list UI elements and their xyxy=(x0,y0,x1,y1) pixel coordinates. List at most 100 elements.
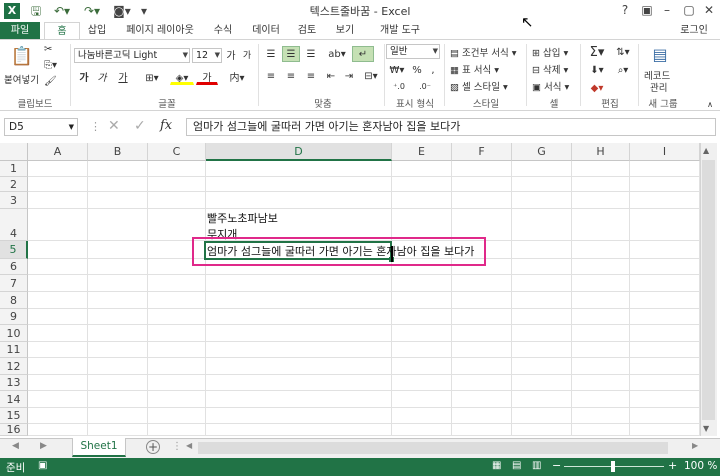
row-header-10[interactable]: 10 xyxy=(0,325,28,342)
close-button[interactable]: ✕ xyxy=(698,2,720,18)
sort-filter-icon[interactable]: ⇅▾ xyxy=(612,44,634,60)
worksheet-grid[interactable] xyxy=(0,143,700,436)
column-header-d[interactable]: D xyxy=(206,143,392,161)
macro-record-icon[interactable]: ▣ xyxy=(38,460,47,471)
scroll-right-icon[interactable]: ▶ xyxy=(692,441,698,450)
row-header-9[interactable]: 9 xyxy=(0,309,28,325)
cancel-icon[interactable]: ✕ xyxy=(108,118,120,134)
tab-page-layout[interactable]: 페이지 레이아웃 xyxy=(118,22,202,40)
select-all-button[interactable] xyxy=(0,143,28,161)
enter-icon[interactable]: ✓ xyxy=(134,118,146,134)
column-header-e[interactable]: E xyxy=(392,143,452,161)
phonetic-icon[interactable]: 内▾ xyxy=(228,70,246,85)
ribbon-display-options-icon[interactable]: ▣ xyxy=(636,2,658,18)
horizontal-scroll-thumb[interactable] xyxy=(198,442,668,454)
increase-indent-icon[interactable]: ⇥ xyxy=(340,68,358,84)
normal-view-icon[interactable]: ▦ xyxy=(492,460,501,471)
page-layout-view-icon[interactable]: ▤ xyxy=(512,460,521,471)
next-sheet-icon[interactable]: ▶ xyxy=(40,441,47,451)
row-header-2[interactable]: 2 xyxy=(0,177,28,192)
format-as-table-button[interactable]: ▦ 표 서식 ▾ xyxy=(450,62,499,76)
sign-in-link[interactable]: 로그인 xyxy=(672,22,716,40)
tab-formulas[interactable]: 수식 xyxy=(208,22,238,40)
align-middle-icon[interactable]: ☰ xyxy=(282,46,300,62)
decrease-decimal-icon[interactable]: .0⁻ xyxy=(414,78,436,92)
delete-cells-button[interactable]: ⊟ 삭제 ▾ xyxy=(532,62,568,76)
zoom-in-button[interactable]: + xyxy=(668,459,677,472)
tab-data[interactable]: 데이터 xyxy=(246,22,286,40)
row-header-13[interactable]: 13 xyxy=(0,375,28,391)
collapse-ribbon-icon[interactable]: ∧ xyxy=(704,98,716,110)
tab-home[interactable]: 홈 xyxy=(44,22,80,40)
underline-button[interactable]: 가 xyxy=(112,70,134,85)
minimize-button[interactable]: – xyxy=(656,2,678,18)
vertical-scroll-thumb[interactable] xyxy=(702,160,715,420)
tab-view[interactable]: 보기 xyxy=(330,22,360,40)
row-header-7[interactable]: 7 xyxy=(0,275,28,292)
align-right-icon[interactable]: ≡ xyxy=(302,68,320,84)
zoom-slider-thumb[interactable] xyxy=(611,461,615,472)
row-header-11[interactable]: 11 xyxy=(0,342,28,358)
bold-button[interactable]: 가 xyxy=(76,70,92,85)
align-bottom-icon[interactable]: ☰ xyxy=(302,46,320,62)
decrease-indent-icon[interactable]: ⇤ xyxy=(322,68,340,84)
row-header-16[interactable]: 16 xyxy=(0,424,28,436)
grow-font-button[interactable]: 가 xyxy=(224,48,238,63)
paste-button[interactable]: 붙여넣기 xyxy=(4,72,39,86)
align-left-icon[interactable]: ≡ xyxy=(262,68,280,84)
row-header-4[interactable]: 4 xyxy=(0,209,28,241)
percent-style-button[interactable]: % xyxy=(410,62,424,77)
conditional-formatting-button[interactable]: ▤ 조건부 서식 ▾ xyxy=(450,45,517,59)
column-header-h[interactable]: H xyxy=(572,143,630,161)
orientation-icon[interactable]: ab▾ xyxy=(326,46,348,62)
font-name-combo[interactable]: 나눔바른고딕 Light ▼ xyxy=(74,48,190,63)
row-header-12[interactable]: 12 xyxy=(0,358,28,375)
formula-input[interactable]: 엄마가 섬그늘에 굴따러 가면 아기는 혼자남아 집을 보다가 xyxy=(186,118,716,136)
merge-center-icon[interactable]: ⊟▾ xyxy=(360,68,382,84)
number-format-combo[interactable]: 일반 ▼ xyxy=(386,44,440,59)
cell-styles-button[interactable]: ▨ 셀 스타일 ▾ xyxy=(450,79,508,93)
borders-icon[interactable]: ⊞▾ xyxy=(140,70,164,85)
scroll-up-icon[interactable]: ▲ xyxy=(703,146,709,155)
restore-button[interactable]: ▢ xyxy=(678,2,700,18)
column-header-g[interactable]: G xyxy=(512,143,572,161)
comma-style-icon[interactable]: , xyxy=(426,62,440,77)
align-top-icon[interactable]: ☰ xyxy=(262,46,280,62)
insert-function-button[interactable]: fx xyxy=(160,118,172,133)
italic-button[interactable]: 가 xyxy=(94,70,110,85)
fill-color-icon[interactable]: ◈▾ xyxy=(170,70,194,85)
row-header-8[interactable]: 8 xyxy=(0,292,28,309)
column-header-c[interactable]: C xyxy=(148,143,206,161)
find-select-icon[interactable]: ⌕▾ xyxy=(612,62,634,78)
format-cells-button[interactable]: ▣ 서식 ▾ xyxy=(532,79,569,93)
font-size-combo[interactable]: 12 ▼ xyxy=(192,48,222,63)
form-icon[interactable]: ▤ xyxy=(648,44,672,66)
column-header-i[interactable]: I xyxy=(630,143,700,161)
column-header-f[interactable]: F xyxy=(452,143,512,161)
tab-file[interactable]: 파일 xyxy=(0,22,40,40)
row-header-15[interactable]: 15 xyxy=(0,408,28,424)
cell-d4-line1[interactable]: 빨주노초파남보 xyxy=(207,210,278,226)
row-header-5[interactable]: 5 xyxy=(0,241,28,259)
scroll-left-icon[interactable]: ◀ xyxy=(186,441,192,450)
wrap-text-icon[interactable]: ↵ xyxy=(352,46,374,62)
column-header-a[interactable]: A xyxy=(28,143,88,161)
page-break-view-icon[interactable]: ▥ xyxy=(532,460,541,471)
cut-icon[interactable]: ✂ xyxy=(44,44,52,55)
shrink-font-button[interactable]: 가 xyxy=(240,48,254,63)
row-header-6[interactable]: 6 xyxy=(0,259,28,275)
records-button-line2[interactable]: 관리 xyxy=(650,80,667,94)
row-header-14[interactable]: 14 xyxy=(0,391,28,408)
paste-icon[interactable]: 📋 xyxy=(8,44,36,70)
fill-icon[interactable]: ⬇▾ xyxy=(586,62,608,78)
row-header-3[interactable]: 3 xyxy=(0,192,28,209)
column-header-b[interactable]: B xyxy=(88,143,148,161)
copy-icon[interactable]: ⎘▾ xyxy=(44,60,57,71)
font-color-button[interactable]: 가 xyxy=(196,70,218,85)
zoom-out-button[interactable]: − xyxy=(552,459,561,472)
add-sheet-button[interactable]: + xyxy=(146,440,160,454)
prev-sheet-icon[interactable]: ◀ xyxy=(12,441,19,451)
clear-icon[interactable]: ◆▾ xyxy=(586,80,608,96)
insert-cells-button[interactable]: ⊞ 삽입 ▾ xyxy=(532,45,568,59)
sheet-tab-sheet1[interactable]: Sheet1 xyxy=(72,438,126,457)
